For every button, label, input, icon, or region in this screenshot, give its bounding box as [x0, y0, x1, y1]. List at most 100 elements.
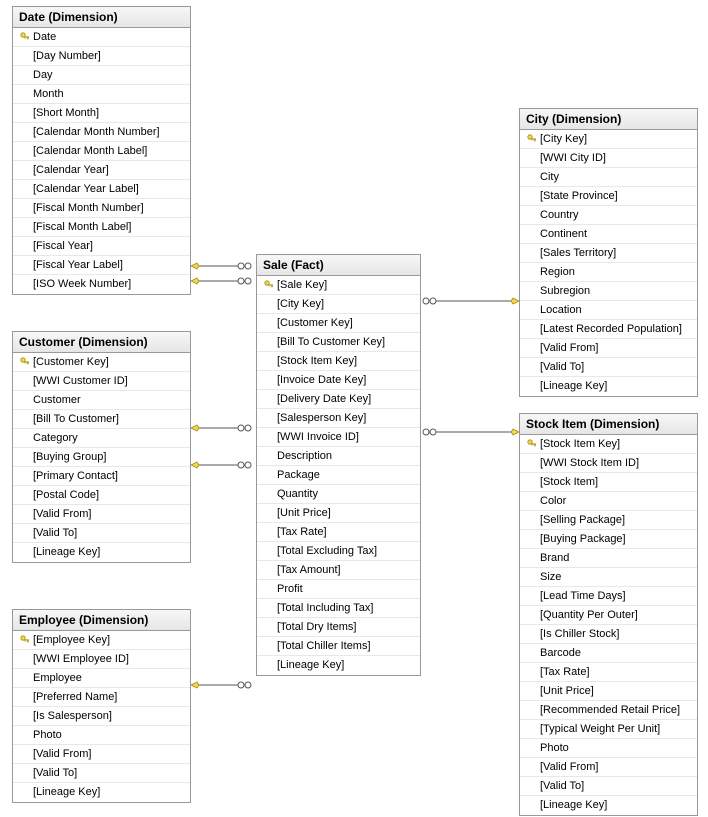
column-row[interactable]: Subregion	[520, 282, 697, 301]
column-row[interactable]: Photo	[13, 726, 190, 745]
column-row[interactable]: Package	[257, 466, 420, 485]
column-row[interactable]: [Quantity Per Outer]	[520, 606, 697, 625]
column-row[interactable]: [Valid To]	[520, 777, 697, 796]
column-row[interactable]: Quantity	[257, 485, 420, 504]
column-row[interactable]: [Is Salesperson]	[13, 707, 190, 726]
table-header[interactable]: Employee (Dimension)	[13, 610, 190, 631]
column-row[interactable]: Location	[520, 301, 697, 320]
column-row[interactable]: [Stock Item Key]	[520, 435, 697, 454]
column-row[interactable]: [Employee Key]	[13, 631, 190, 650]
column-row[interactable]: [WWI Customer ID]	[13, 372, 190, 391]
column-row[interactable]: [Typical Weight Per Unit]	[520, 720, 697, 739]
column-row[interactable]: Month	[13, 85, 190, 104]
column-row[interactable]: Date	[13, 28, 190, 47]
column-row[interactable]: [Stock Item]	[520, 473, 697, 492]
column-row[interactable]: [WWI City ID]	[520, 149, 697, 168]
table-sale[interactable]: Sale (Fact) [Sale Key][City Key][Custome…	[256, 254, 421, 676]
column-row[interactable]: [WWI Stock Item ID]	[520, 454, 697, 473]
column-row[interactable]: Employee	[13, 669, 190, 688]
column-row[interactable]: [Lineage Key]	[520, 796, 697, 815]
column-row[interactable]: [Bill To Customer Key]	[257, 333, 420, 352]
table-header[interactable]: City (Dimension)	[520, 109, 697, 130]
column-row[interactable]: [Lineage Key]	[13, 543, 190, 562]
column-row[interactable]: [Tax Amount]	[257, 561, 420, 580]
column-row[interactable]: [Lead Time Days]	[520, 587, 697, 606]
column-row[interactable]: [Valid From]	[520, 758, 697, 777]
column-row[interactable]: [Sales Territory]	[520, 244, 697, 263]
column-row[interactable]: [Unit Price]	[257, 504, 420, 523]
column-row[interactable]: [Lineage Key]	[13, 783, 190, 802]
table-header[interactable]: Stock Item (Dimension)	[520, 414, 697, 435]
column-row[interactable]: [ISO Week Number]	[13, 275, 190, 294]
column-row[interactable]: [Tax Rate]	[520, 663, 697, 682]
column-row[interactable]: Photo	[520, 739, 697, 758]
column-row[interactable]: [Fiscal Month Number]	[13, 199, 190, 218]
column-row[interactable]: [Calendar Year Label]	[13, 180, 190, 199]
column-row[interactable]: [Valid From]	[13, 745, 190, 764]
column-row[interactable]: [Recommended Retail Price]	[520, 701, 697, 720]
column-row[interactable]: [Valid From]	[13, 505, 190, 524]
column-row[interactable]: [Sale Key]	[257, 276, 420, 295]
column-row[interactable]: [Total Chiller Items]	[257, 637, 420, 656]
column-row[interactable]: [Latest Recorded Population]	[520, 320, 697, 339]
column-row[interactable]: Category	[13, 429, 190, 448]
column-row[interactable]: [Fiscal Year Label]	[13, 256, 190, 275]
column-row[interactable]: [WWI Employee ID]	[13, 650, 190, 669]
column-row[interactable]: [Primary Contact]	[13, 467, 190, 486]
table-header[interactable]: Date (Dimension)	[13, 7, 190, 28]
column-row[interactable]: [Bill To Customer]	[13, 410, 190, 429]
column-row[interactable]: [City Key]	[520, 130, 697, 149]
column-row[interactable]: [Unit Price]	[520, 682, 697, 701]
column-row[interactable]: Customer	[13, 391, 190, 410]
column-row[interactable]: [Total Including Tax]	[257, 599, 420, 618]
column-row[interactable]: [Buying Package]	[520, 530, 697, 549]
column-row[interactable]: [Day Number]	[13, 47, 190, 66]
column-row[interactable]: Region	[520, 263, 697, 282]
column-row[interactable]: [Invoice Date Key]	[257, 371, 420, 390]
column-row[interactable]: City	[520, 168, 697, 187]
column-row[interactable]: [Valid To]	[520, 358, 697, 377]
column-row[interactable]: [Calendar Year]	[13, 161, 190, 180]
column-row[interactable]: Brand	[520, 549, 697, 568]
table-header[interactable]: Customer (Dimension)	[13, 332, 190, 353]
column-row[interactable]: [Salesperson Key]	[257, 409, 420, 428]
column-row[interactable]: Country	[520, 206, 697, 225]
column-row[interactable]: [Lineage Key]	[520, 377, 697, 396]
column-row[interactable]: [Buying Group]	[13, 448, 190, 467]
table-employee[interactable]: Employee (Dimension) [Employee Key][WWI …	[12, 609, 191, 803]
column-row[interactable]: [Valid To]	[13, 524, 190, 543]
column-row[interactable]: [Selling Package]	[520, 511, 697, 530]
column-row[interactable]: [Total Dry Items]	[257, 618, 420, 637]
column-row[interactable]: Profit	[257, 580, 420, 599]
column-row[interactable]: Barcode	[520, 644, 697, 663]
column-row[interactable]: Description	[257, 447, 420, 466]
column-row[interactable]: [Fiscal Year]	[13, 237, 190, 256]
column-row[interactable]: Continent	[520, 225, 697, 244]
column-row[interactable]: Size	[520, 568, 697, 587]
column-row[interactable]: [Is Chiller Stock]	[520, 625, 697, 644]
table-header[interactable]: Sale (Fact)	[257, 255, 420, 276]
column-row[interactable]: [Valid To]	[13, 764, 190, 783]
column-row[interactable]: [Preferred Name]	[13, 688, 190, 707]
column-row[interactable]: [Stock Item Key]	[257, 352, 420, 371]
column-row[interactable]: [Customer Key]	[13, 353, 190, 372]
column-row[interactable]: [Delivery Date Key]	[257, 390, 420, 409]
column-row[interactable]: [Valid From]	[520, 339, 697, 358]
table-customer[interactable]: Customer (Dimension) [Customer Key][WWI …	[12, 331, 191, 563]
table-date[interactable]: Date (Dimension) Date[Day Number]DayMont…	[12, 6, 191, 295]
column-row[interactable]: [State Province]	[520, 187, 697, 206]
column-row[interactable]: [Short Month]	[13, 104, 190, 123]
column-row[interactable]: [WWI Invoice ID]	[257, 428, 420, 447]
column-row[interactable]: Day	[13, 66, 190, 85]
column-row[interactable]: [Tax Rate]	[257, 523, 420, 542]
column-row[interactable]: Color	[520, 492, 697, 511]
column-row[interactable]: [Customer Key]	[257, 314, 420, 333]
column-row[interactable]: [Calendar Month Number]	[13, 123, 190, 142]
column-row[interactable]: [City Key]	[257, 295, 420, 314]
column-row[interactable]: [Postal Code]	[13, 486, 190, 505]
column-row[interactable]: [Total Excluding Tax]	[257, 542, 420, 561]
column-row[interactable]: [Lineage Key]	[257, 656, 420, 675]
column-row[interactable]: [Fiscal Month Label]	[13, 218, 190, 237]
column-row[interactable]: [Calendar Month Label]	[13, 142, 190, 161]
table-stockitem[interactable]: Stock Item (Dimension) [Stock Item Key][…	[519, 413, 698, 816]
